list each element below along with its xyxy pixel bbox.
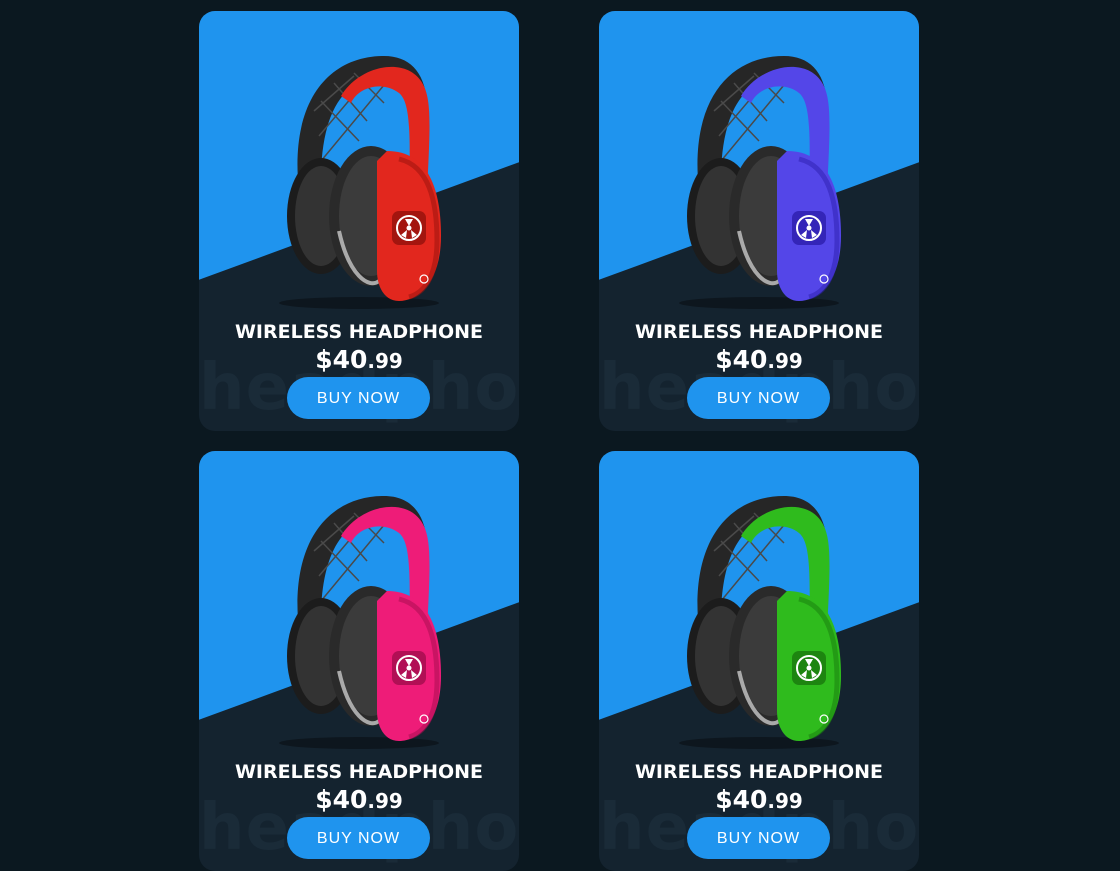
product-title: WIRELESS HEADPHONE xyxy=(234,761,484,783)
product-price: $40.99 xyxy=(199,345,519,374)
product-card: headphone WIRELESS HEADPHONE $40.99 BUY … xyxy=(599,451,919,871)
headphone-image xyxy=(279,56,441,309)
product-card: headphone WIRELESS HEADPHONE $40.99 BUY … xyxy=(599,11,919,431)
product-card: headphone WIRELESS HEADPHONE $40.99 BUY … xyxy=(199,11,519,431)
product-title: WIRELESS HEADPHONE xyxy=(234,321,484,343)
product-price: $40.99 xyxy=(199,785,519,814)
price-cents: .99 xyxy=(367,789,403,813)
product-title: WIRELESS HEADPHONE xyxy=(634,761,884,783)
price-main: $40 xyxy=(315,345,368,374)
buy-now-button[interactable]: BUY NOW xyxy=(287,377,430,419)
price-cents: .99 xyxy=(767,349,803,373)
price-cents: .99 xyxy=(367,349,403,373)
product-title: WIRELESS HEADPHONE xyxy=(634,321,884,343)
price-main: $40 xyxy=(715,785,768,814)
product-price: $40.99 xyxy=(599,345,919,374)
product-grid: headphone WIRELESS HEADPHONE $40.99 BUY … xyxy=(199,11,919,871)
headphone-image xyxy=(679,56,841,309)
product-price: $40.99 xyxy=(599,785,919,814)
buy-now-button[interactable]: BUY NOW xyxy=(687,817,830,859)
price-main: $40 xyxy=(315,785,368,814)
headphone-image xyxy=(279,496,441,749)
product-card: headphone WIRELESS HEADPHONE $40.99 BUY … xyxy=(199,451,519,871)
price-main: $40 xyxy=(715,345,768,374)
price-cents: .99 xyxy=(767,789,803,813)
buy-now-button[interactable]: BUY NOW xyxy=(687,377,830,419)
buy-now-button[interactable]: BUY NOW xyxy=(287,817,430,859)
headphone-image xyxy=(679,496,841,749)
